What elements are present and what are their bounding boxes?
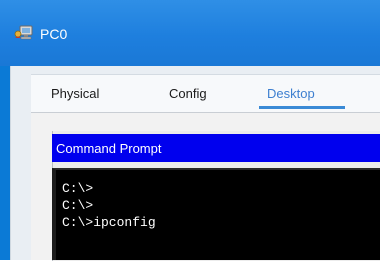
pc-icon — [14, 25, 34, 41]
terminal-line: C:\> — [62, 181, 94, 196]
tab-physical[interactable]: Physical — [51, 86, 99, 101]
pc0-window: PC0 Physical Config Desktop Command Prom… — [0, 0, 380, 261]
tab-strip: Physical Config Desktop — [31, 74, 380, 112]
window-title: PC0 — [40, 26, 68, 42]
command-prompt-header[interactable]: Command Prompt — [52, 134, 380, 162]
tab-config[interactable]: Config — [169, 86, 207, 101]
active-tab-indicator — [259, 106, 345, 109]
terminal-line: C:\> — [62, 198, 94, 213]
terminal-output: C:\> C:\> C:\>ipconfig — [62, 180, 156, 231]
command-prompt-title: Command Prompt — [56, 141, 162, 156]
tab-desktop[interactable]: Desktop — [267, 86, 315, 101]
terminal-line: C:\>ipconfig — [62, 215, 156, 230]
terminal[interactable]: C:\> C:\> C:\>ipconfig — [52, 168, 380, 260]
title-bar[interactable]: PC0 — [0, 0, 380, 66]
